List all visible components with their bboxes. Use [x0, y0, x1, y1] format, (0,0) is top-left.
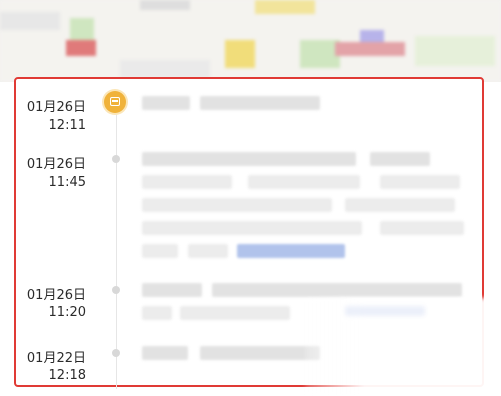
redacted-text	[180, 306, 290, 320]
timeline-dot	[112, 349, 120, 357]
redacted-text	[142, 306, 172, 320]
map-background[interactable]	[0, 0, 501, 82]
redacted-text	[142, 198, 332, 212]
redacted-text	[370, 152, 430, 166]
redacted-text	[142, 175, 232, 189]
redacted-text	[142, 244, 178, 258]
fade-overlay	[305, 298, 501, 396]
redacted-text	[142, 283, 202, 297]
redacted-text	[142, 221, 362, 235]
entry-time: 12:18	[48, 368, 86, 383]
timeline-dot	[112, 286, 120, 294]
redacted-text	[200, 96, 320, 110]
timeline-dot	[112, 155, 120, 163]
entry-time: 11:20	[48, 305, 86, 320]
document-icon	[104, 91, 126, 113]
entry-time: 11:45	[48, 175, 86, 190]
entry-date: 01月22日	[26, 351, 86, 366]
redacted-text	[142, 152, 356, 166]
entry-date: 01月26日	[26, 288, 86, 303]
redacted-text	[142, 346, 188, 360]
redacted-text	[248, 175, 360, 189]
redacted-text	[200, 346, 320, 360]
redacted-text	[212, 283, 462, 297]
redacted-link[interactable]	[237, 244, 345, 258]
redacted-text	[345, 198, 455, 212]
redacted-text	[380, 221, 464, 235]
redacted-text	[188, 244, 228, 258]
entry-date: 01月26日	[26, 157, 86, 172]
redacted-text	[380, 175, 460, 189]
entry-date: 01月26日	[26, 100, 86, 115]
entry-time: 12:11	[48, 118, 86, 133]
timeline-line	[116, 107, 117, 389]
redacted-text	[142, 96, 190, 110]
